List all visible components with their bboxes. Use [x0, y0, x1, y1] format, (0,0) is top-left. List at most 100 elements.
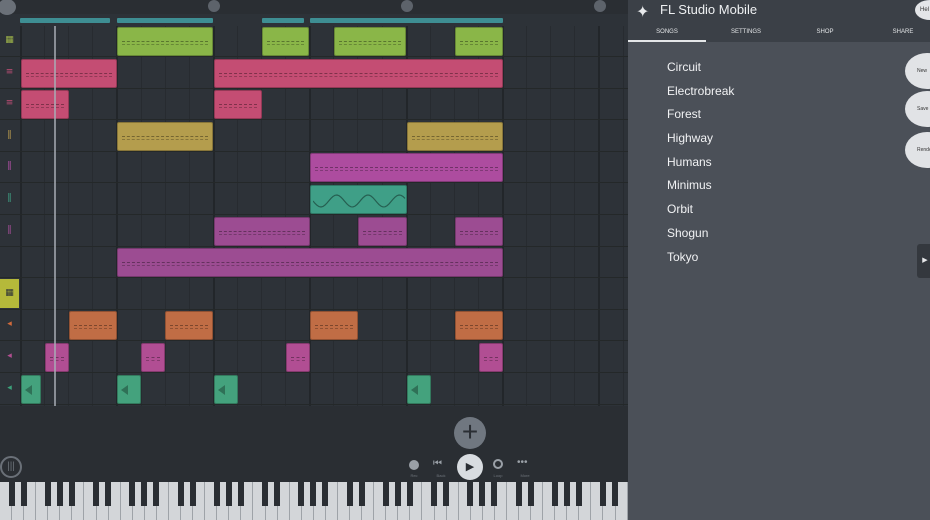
pattern-clip[interactable]: [165, 311, 213, 341]
black-key[interactable]: [141, 482, 148, 506]
track-lane[interactable]: ‖: [0, 121, 628, 152]
piano-icon[interactable]: ‖: [1, 152, 18, 181]
black-key[interactable]: [129, 482, 136, 506]
pattern-clip[interactable]: [479, 343, 503, 372]
playhead[interactable]: [54, 26, 56, 406]
pattern-clip[interactable]: [69, 311, 117, 341]
audio-clip-icon[interactable]: ◂: [1, 310, 18, 339]
pattern-clip[interactable]: [358, 216, 407, 246]
black-key[interactable]: [56, 482, 63, 506]
pattern-clip[interactable]: [117, 27, 213, 56]
pattern-clip[interactable]: [21, 90, 69, 120]
black-key[interactable]: [394, 482, 401, 506]
pattern-clip[interactable]: [214, 216, 310, 246]
pattern-clip[interactable]: [310, 153, 503, 183]
pattern-clip[interactable]: [117, 248, 503, 278]
drum-pad-icon[interactable]: ▦: [0, 278, 19, 308]
black-key[interactable]: [8, 482, 15, 506]
pattern-clip[interactable]: [455, 27, 503, 56]
black-key[interactable]: [527, 482, 534, 506]
pattern-clip[interactable]: [310, 185, 407, 214]
black-key[interactable]: [262, 482, 269, 506]
track-lane[interactable]: ≡: [0, 89, 628, 121]
black-key[interactable]: [575, 482, 582, 506]
pattern-clip[interactable]: [455, 311, 503, 341]
black-key[interactable]: [93, 482, 100, 506]
black-key[interactable]: [68, 482, 75, 506]
rewind-icon[interactable]: ⏮: [433, 458, 442, 469]
black-key[interactable]: [382, 482, 389, 506]
black-key[interactable]: [443, 482, 450, 506]
pattern-clip[interactable]: [310, 311, 358, 341]
piano-keyboard[interactable]: [0, 482, 628, 520]
track-lane[interactable]: ◂: [0, 342, 628, 373]
tab-share[interactable]: SHARE: [864, 24, 930, 42]
song-item-minimus[interactable]: Minimus: [667, 176, 734, 200]
loop-region[interactable]: [310, 18, 503, 23]
song-item-shogun[interactable]: Shogun: [667, 224, 734, 248]
black-key[interactable]: [237, 482, 244, 506]
track-area[interactable]: ▦ ≡ ≡ ‖ ‖ ‖ ‖ ▦ ◂ ◂ ◂: [0, 26, 628, 406]
track-lane[interactable]: ◂: [0, 374, 628, 405]
black-key[interactable]: [515, 482, 522, 506]
keys-icon[interactable]: ≡: [1, 89, 18, 118]
bar-marker[interactable]: [594, 0, 606, 12]
timeline-ruler[interactable]: [0, 0, 628, 15]
black-key[interactable]: [44, 482, 51, 506]
keys-icon[interactable]: ≡: [1, 58, 18, 87]
black-key[interactable]: [274, 482, 281, 506]
audio-clip-icon[interactable]: ◂: [1, 342, 18, 371]
piano-icon[interactable]: ‖: [1, 121, 18, 150]
black-key[interactable]: [310, 482, 317, 506]
empty-track-slot[interactable]: [1, 247, 18, 276]
song-item-electrobreak[interactable]: Electrobreak: [667, 82, 734, 106]
tab-shop[interactable]: SHOP: [786, 24, 864, 42]
black-key[interactable]: [346, 482, 353, 506]
pattern-clip[interactable]: [214, 90, 262, 120]
play-button[interactable]: ▶: [457, 454, 483, 480]
black-key[interactable]: [612, 482, 619, 506]
black-key[interactable]: [20, 482, 27, 506]
pattern-clip[interactable]: [407, 374, 431, 404]
piano-icon[interactable]: ‖: [1, 184, 18, 213]
black-key[interactable]: [189, 482, 196, 506]
save-song-button[interactable]: Save: [905, 91, 930, 127]
render-button[interactable]: Rende: [905, 132, 930, 168]
black-key[interactable]: [322, 482, 329, 506]
drum-pad-icon[interactable]: ▦: [1, 26, 18, 55]
tab-songs[interactable]: SONGS: [628, 24, 706, 42]
pattern-clip[interactable]: [21, 374, 41, 404]
track-lane[interactable]: ▦: [0, 26, 628, 57]
black-key[interactable]: [105, 482, 112, 506]
pattern-clip[interactable]: [117, 121, 213, 151]
song-item-circuit[interactable]: Circuit: [667, 58, 734, 82]
add-track-button[interactable]: +: [454, 417, 486, 449]
loop-icon[interactable]: [493, 459, 503, 469]
pattern-clip[interactable]: [286, 343, 310, 372]
mixer-icon[interactable]: |||: [0, 456, 22, 478]
song-item-humans[interactable]: Humans: [667, 153, 734, 177]
pattern-clip[interactable]: [141, 343, 165, 372]
pattern-clip[interactable]: [455, 216, 503, 246]
pattern-clip[interactable]: [262, 27, 309, 56]
black-key[interactable]: [213, 482, 220, 506]
pattern-clip[interactable]: [45, 343, 69, 372]
loop-region[interactable]: [117, 18, 213, 23]
more-icon[interactable]: •••: [517, 457, 528, 468]
black-key[interactable]: [358, 482, 365, 506]
loop-marker-icon[interactable]: [0, 0, 16, 15]
pattern-clip[interactable]: [214, 374, 238, 404]
pattern-clip[interactable]: [21, 58, 117, 88]
black-key[interactable]: [225, 482, 232, 506]
black-key[interactable]: [563, 482, 570, 506]
song-item-orbit[interactable]: Orbit: [667, 200, 734, 224]
track-lane[interactable]: ‖: [0, 216, 628, 247]
bar-marker[interactable]: [401, 0, 413, 12]
loop-region[interactable]: [20, 18, 110, 23]
bar-marker[interactable]: [208, 0, 220, 12]
black-key[interactable]: [467, 482, 474, 506]
black-key[interactable]: [153, 482, 160, 506]
pattern-clip[interactable]: [334, 27, 406, 56]
new-song-button[interactable]: New: [905, 53, 930, 89]
black-key[interactable]: [177, 482, 184, 506]
